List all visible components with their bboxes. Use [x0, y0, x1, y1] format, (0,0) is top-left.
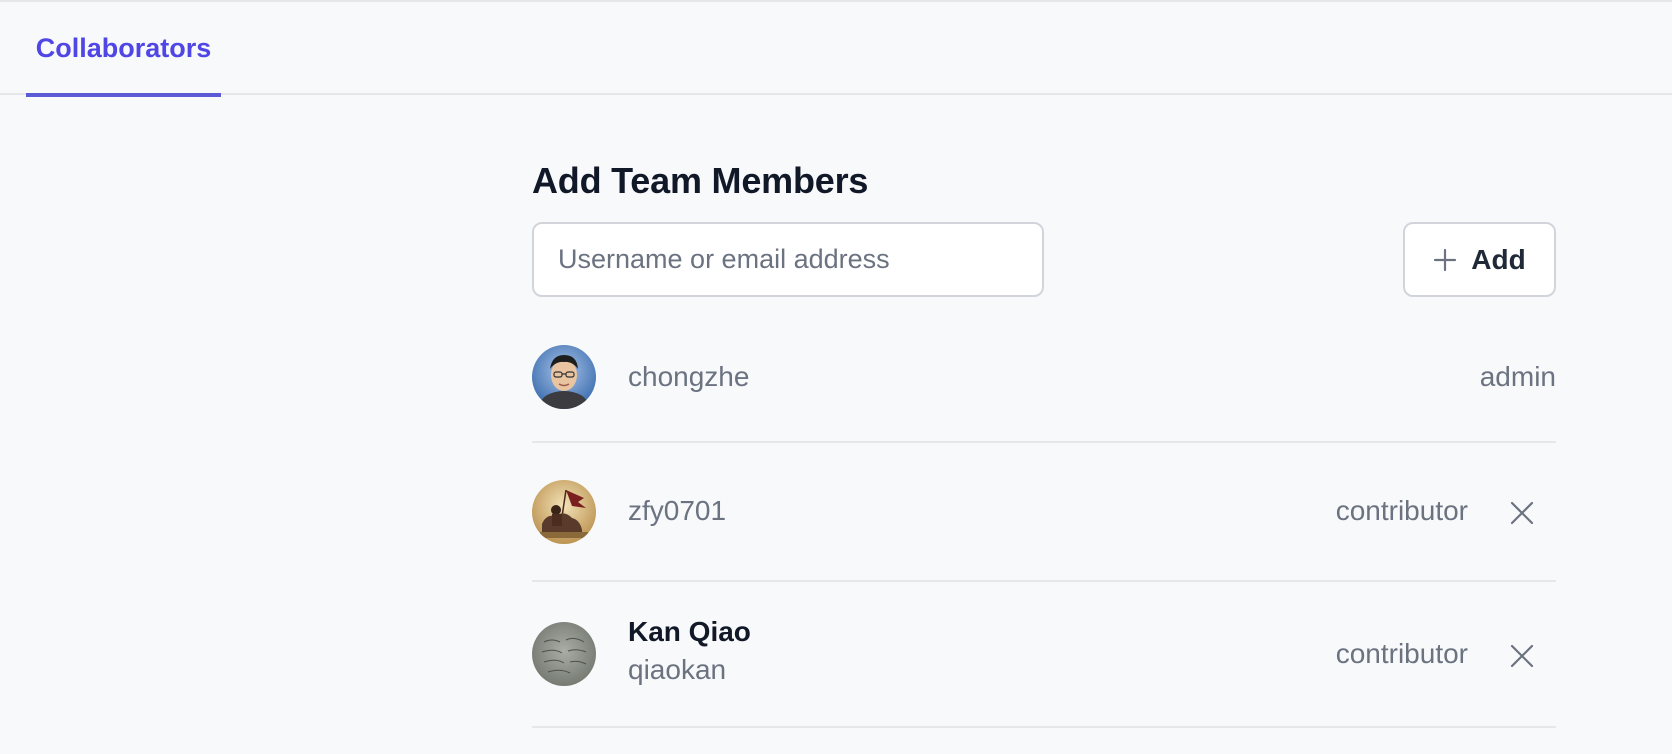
member-username: qiaokan [628, 654, 727, 685]
member-row: zfy0701 contributor [532, 443, 1556, 582]
photo-avatar-icon [532, 345, 596, 409]
member-role: admin [1479, 361, 1556, 392]
photo-avatar-icon [532, 622, 596, 686]
member-search-input[interactable] [532, 222, 1044, 297]
tab-collaborators-label: Collaborators [35, 33, 212, 63]
plus-icon [1433, 248, 1457, 272]
member-identity: chongzhe [628, 361, 749, 393]
add-member-button[interactable]: Add [1403, 222, 1556, 297]
remove-member-button[interactable] [1502, 493, 1542, 533]
photo-avatar-icon [532, 480, 596, 544]
active-tab-indicator [26, 93, 221, 97]
member-identity: Kan Qiao qiaokan [628, 616, 751, 686]
member-avatar [532, 480, 596, 544]
member-username: zfy0701 [628, 495, 727, 526]
member-role: contributor [1335, 638, 1468, 669]
member-row: Kan Qiao qiaokan contributor [532, 582, 1556, 728]
section-title: Add Team Members [532, 160, 869, 201]
add-button-label: Add [1471, 243, 1526, 275]
member-role: contributor [1335, 495, 1468, 526]
member-fullname: Kan Qiao [628, 616, 751, 647]
remove-member-button[interactable] [1502, 636, 1542, 676]
member-row: chongzhe admin [532, 328, 1556, 443]
close-icon [1510, 501, 1534, 525]
member-identity: zfy0701 [628, 495, 726, 527]
tab-collaborators[interactable]: Collaborators [26, 2, 221, 97]
tab-bar: Collaborators [0, 2, 1672, 97]
close-icon [1510, 644, 1534, 668]
member-avatar [532, 622, 596, 686]
member-username: chongzhe [628, 361, 750, 392]
member-avatar [532, 345, 596, 409]
